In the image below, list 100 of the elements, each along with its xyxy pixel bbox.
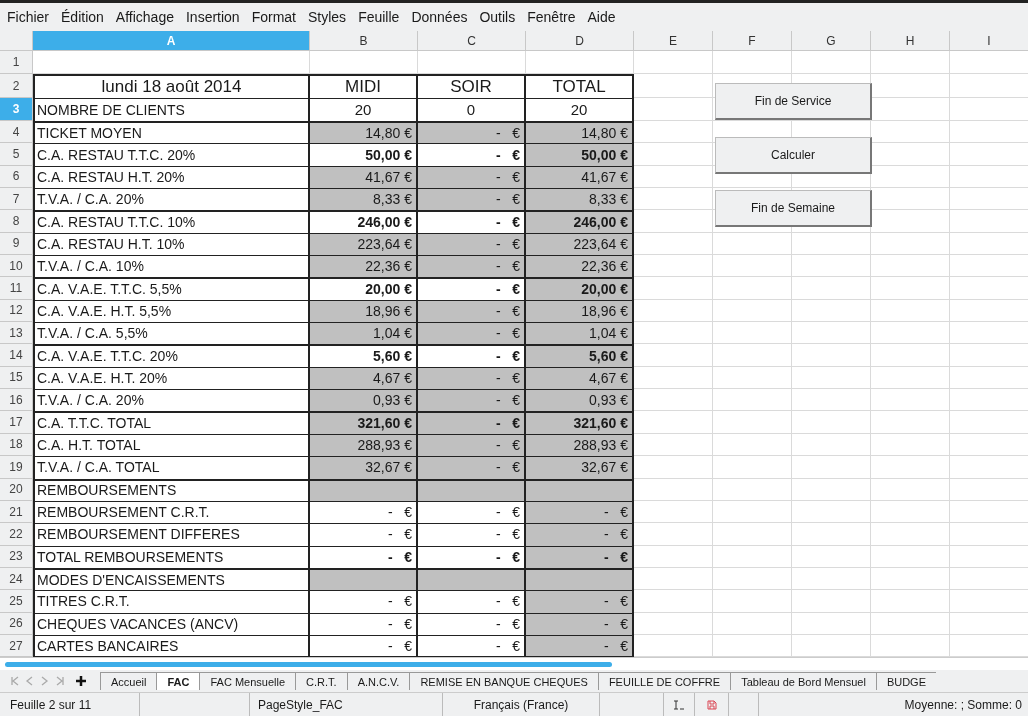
sheet-tab[interactable]: FAC	[156, 672, 200, 691]
row-header[interactable]: 2	[0, 74, 33, 98]
sheet-tab[interactable]: FEUILLE DE COFFRE	[597, 672, 731, 691]
sheet-tab[interactable]: Tableau de Bord Mensuel	[730, 672, 876, 691]
row-header[interactable]: 12	[0, 299, 33, 323]
row-header[interactable]: 20	[0, 478, 33, 501]
table-cell: 0,93 €	[526, 389, 634, 412]
row-header[interactable]: 22	[0, 523, 33, 546]
row-header[interactable]: 9	[0, 232, 33, 256]
table-cell: 0	[418, 98, 526, 121]
last-sheet-icon[interactable]	[55, 676, 64, 687]
table-cell: - €	[418, 612, 526, 635]
table-cell: 288,93 €	[310, 433, 418, 457]
menu-item[interactable]: Fichier	[1, 4, 55, 30]
table-cell: 41,67 €	[310, 165, 418, 189]
row-header[interactable]: 21	[0, 500, 33, 524]
table-cell: - €	[310, 523, 418, 546]
row-header[interactable]: 4	[0, 121, 33, 144]
table-cell: 246,00 €	[310, 210, 418, 233]
row-header[interactable]: 14	[0, 344, 33, 367]
horizontal-scrollbar[interactable]	[5, 662, 612, 668]
table-cell: C.A. V.A.E. H.T. 5,5%	[33, 299, 310, 323]
menu-item[interactable]: Feuille	[352, 4, 406, 30]
row-header[interactable]: 19	[0, 456, 33, 479]
first-sheet-icon[interactable]	[10, 676, 19, 687]
row-header[interactable]: 24	[0, 567, 33, 591]
save-icon[interactable]	[706, 699, 717, 710]
menu-item[interactable]: Aide	[581, 4, 622, 30]
add-sheet-icon[interactable]	[76, 676, 86, 687]
table-cell: T.V.A. / C.A. 20%	[33, 188, 310, 211]
sheet-tab[interactable]: BUDGE	[875, 672, 936, 691]
table-cell: C.A. V.A.E. H.T. 20%	[33, 366, 310, 390]
table-cell: - €	[526, 612, 634, 635]
row-header[interactable]: 1	[0, 51, 33, 74]
page-style: PageStyle_FAC	[250, 693, 443, 717]
row-header[interactable]: 26	[0, 612, 33, 635]
row-header[interactable]: 27	[0, 634, 33, 658]
menu-item[interactable]: Affichage	[109, 4, 180, 30]
row-header[interactable]: 18	[0, 433, 33, 457]
table-cell: - €	[418, 456, 526, 479]
table-cell: C.A. V.A.E. T.T.C. 5,5%	[33, 277, 310, 300]
table-cell: - €	[418, 322, 526, 345]
row-header[interactable]: 6	[0, 165, 33, 189]
table-cell: 5,60 €	[526, 344, 634, 367]
table-cell: - €	[310, 634, 418, 658]
menu-item[interactable]: Styles	[302, 4, 353, 30]
next-sheet-icon[interactable]	[40, 676, 49, 687]
action-button[interactable]: Calculer	[715, 137, 872, 174]
action-button[interactable]: Fin de Semaine	[715, 190, 872, 227]
menu-item[interactable]: Outils	[473, 4, 522, 30]
sheet-tab[interactable]: Accueil	[100, 672, 157, 691]
table-cell: - €	[418, 277, 526, 300]
table-cell: - €	[418, 545, 526, 568]
table-cell: - €	[526, 590, 634, 613]
row-header[interactable]: 23	[0, 545, 33, 568]
table-cell: lundi 18 août 2014	[33, 74, 310, 98]
table-cell: - €	[418, 523, 526, 546]
table-cell: 22,36 €	[526, 255, 634, 278]
table-cell: - €	[526, 545, 634, 568]
row-header[interactable]: 7	[0, 188, 33, 211]
table-cell: 321,60 €	[310, 411, 418, 434]
sheet-tab[interactable]: A.N.C.V.	[346, 672, 410, 691]
table-cell: TOTAL REMBOURSEMENTS	[33, 545, 310, 568]
table-cell: - €	[526, 634, 634, 658]
menu-item[interactable]: Données	[405, 4, 474, 30]
row-header[interactable]: 10	[0, 255, 33, 278]
menu-item[interactable]: Format	[245, 4, 302, 30]
table-cell: 321,60 €	[526, 411, 634, 434]
table-cell: CARTES BANCAIRES	[33, 634, 310, 658]
table-cell: 14,80 €	[310, 121, 418, 144]
table-cell: CHEQUES VACANCES (ANCV)	[33, 612, 310, 635]
menu-item[interactable]: Fenêtre	[521, 4, 582, 30]
table-cell: C.A. RESTAU H.T. 20%	[33, 165, 310, 189]
table-cell: 1,04 €	[310, 322, 418, 345]
table-cell: REMBOURSEMENTS	[33, 478, 310, 501]
table-cell: 8,33 €	[526, 188, 634, 211]
table-cell: 22,36 €	[310, 255, 418, 278]
row-header[interactable]: 8	[0, 210, 33, 233]
table-cell: TICKET MOYEN	[33, 121, 310, 144]
sheet-tab[interactable]: REMISE EN BANQUE CHEQUES	[409, 672, 598, 691]
previous-sheet-icon[interactable]	[25, 676, 34, 687]
table-cell: T.V.A. / C.A. 20%	[33, 389, 310, 412]
menu-item[interactable]: Édition	[55, 4, 110, 30]
table-cell: NOMBRE DE CLIENTS	[33, 98, 310, 121]
table-cell: - €	[418, 411, 526, 434]
table-cell: 223,64 €	[526, 232, 634, 256]
row-header[interactable]: 5	[0, 143, 33, 166]
row-header[interactable]: 11	[0, 277, 33, 300]
row-header[interactable]: 16	[0, 389, 33, 412]
row-header[interactable]: 15	[0, 366, 33, 390]
sheet-tab[interactable]: C.R.T.	[295, 672, 347, 691]
sheet-tab[interactable]: FAC Mensuelle	[199, 672, 296, 691]
table-cell: - €	[310, 590, 418, 613]
table-cell: - €	[418, 188, 526, 211]
row-header[interactable]: 25	[0, 590, 33, 613]
row-header[interactable]: 13	[0, 322, 33, 345]
table-cell: MIDI	[310, 74, 418, 98]
row-header[interactable]: 17	[0, 411, 33, 434]
action-button[interactable]: Fin de Service	[715, 83, 872, 120]
menu-item[interactable]: Insertion	[179, 4, 246, 30]
